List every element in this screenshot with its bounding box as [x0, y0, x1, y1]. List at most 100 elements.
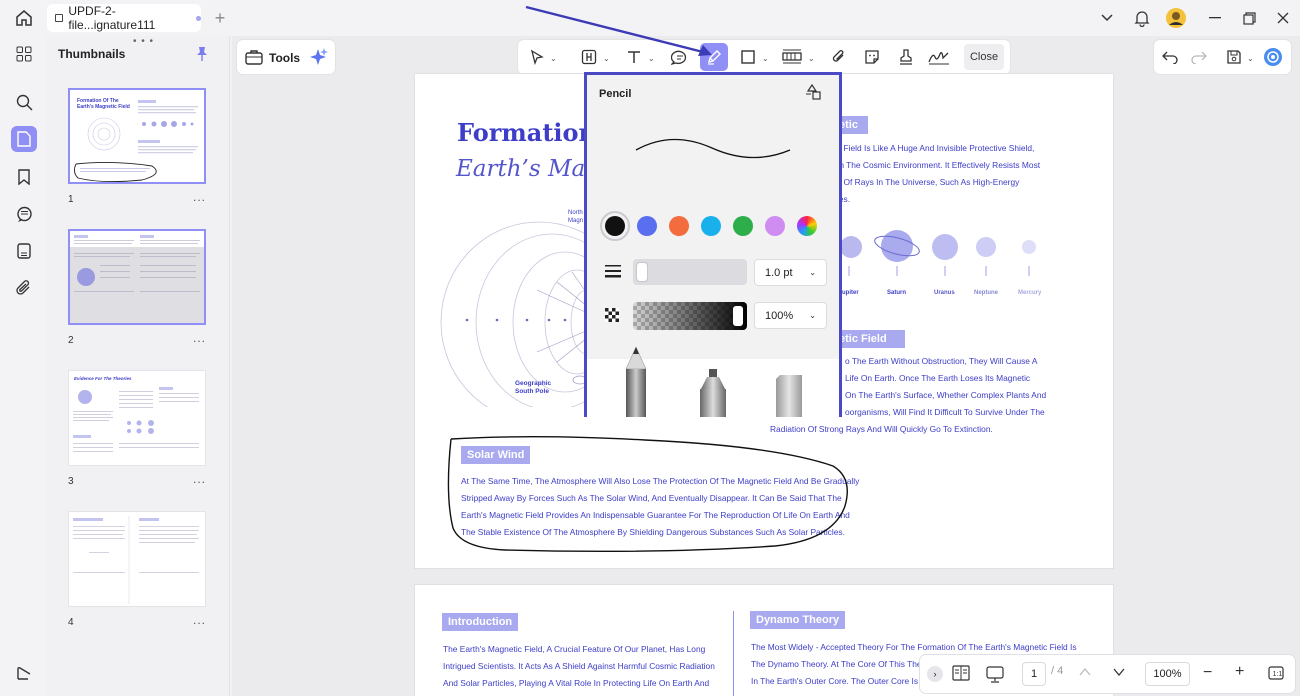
zoom-input[interactable]: 100% — [1145, 662, 1190, 686]
opacity-dropdown[interactable]: 100% ⌄ — [754, 302, 827, 329]
color-swatch-blue[interactable] — [637, 216, 657, 236]
page-title-line-2: Earth’s Mag — [456, 156, 600, 182]
fit-page-icon[interactable]: 1:1 — [1268, 666, 1284, 685]
north-pole-label: North Magn — [568, 210, 584, 224]
stamp-icon[interactable] — [895, 46, 917, 68]
chevron-down-icon[interactable]: ⌄ — [1247, 54, 1254, 63]
ai-sparkle-icon[interactable] — [308, 46, 330, 68]
restore-icon[interactable] — [1237, 6, 1261, 30]
next-page-icon[interactable] — [1112, 665, 1126, 684]
opacity-slider-handle[interactable] — [733, 306, 743, 326]
unsaved-dot — [196, 15, 201, 21]
tools-label[interactable]: Tools — [269, 51, 300, 65]
thickness-icon — [605, 264, 621, 283]
minimize-icon[interactable] — [1203, 6, 1227, 30]
bell-icon[interactable] — [1130, 6, 1154, 30]
color-swatch-orange[interactable] — [669, 216, 689, 236]
save-icon[interactable] — [1223, 46, 1245, 68]
page-number-input[interactable]: 1 — [1022, 662, 1046, 686]
close-annotation-button[interactable]: Close — [964, 44, 1004, 70]
prev-page-icon[interactable] — [1078, 665, 1092, 684]
home-icon[interactable] — [12, 6, 36, 30]
column-divider — [733, 611, 734, 696]
thumb-2-more-button[interactable]: ... — [193, 331, 206, 345]
form-icon[interactable] — [11, 238, 37, 264]
color-swatch-green[interactable] — [733, 216, 753, 236]
thumb-2-number: 2 — [68, 335, 74, 346]
thumb-4-more-button[interactable]: ... — [193, 613, 206, 627]
thumb-1-more-button[interactable]: ... — [193, 190, 206, 204]
search-icon[interactable] — [11, 89, 37, 115]
paperclip-icon[interactable] — [828, 46, 850, 68]
thumb-3-more-button[interactable]: ... — [193, 472, 206, 486]
pin-icon[interactable] — [196, 46, 208, 67]
updf-ai-icon[interactable] — [1262, 46, 1284, 68]
page-thumbnail-4[interactable] — [68, 511, 206, 607]
pencil-circle-annotation[interactable] — [445, 436, 855, 554]
magnetic-paragraph: c Field Is Like A Huge And Invisible Pro… — [837, 143, 1041, 204]
comment-icon[interactable] — [11, 201, 37, 227]
pencil-settings-icon[interactable] — [805, 83, 823, 106]
thumbnails-title: Thumbnails — [58, 47, 126, 61]
pencil-type-icon[interactable] — [622, 345, 650, 417]
thumb-3-title: Evidence For The Theories — [74, 376, 132, 381]
planet-label-mercury: Mercury — [1018, 290, 1042, 296]
redo-icon[interactable] — [1188, 46, 1210, 68]
planets-graphic — [840, 230, 1036, 276]
page-thumbnail-3[interactable]: Evidence For The Theories — [68, 370, 206, 466]
dynamo-theory-badge: Dynamo Theory — [750, 611, 846, 629]
tools-group: Tools — [237, 40, 335, 74]
signature-icon[interactable] — [928, 46, 950, 68]
eraser-type-icon[interactable] — [772, 373, 806, 417]
thickness-dropdown[interactable]: 1.0 pt ⌄ — [754, 259, 827, 286]
toolbox-icon[interactable] — [243, 46, 265, 68]
thumb-4-number: 4 — [68, 617, 74, 628]
page-thumbnail-2[interactable] — [68, 229, 206, 325]
tab-title: UPDF-2-file...ignature111 — [68, 4, 156, 32]
thumb-3-content — [73, 387, 199, 452]
opacity-icon — [605, 308, 619, 327]
apps-grid-icon[interactable] — [11, 41, 37, 67]
thumb-1-signature-circle — [73, 161, 157, 183]
thickness-slider-handle[interactable] — [636, 262, 648, 282]
drag-handle[interactable]: • • • — [133, 36, 154, 47]
color-swatch-custom[interactable] — [797, 216, 817, 236]
attachment-icon[interactable] — [11, 275, 37, 301]
new-tab-button[interactable]: + — [208, 6, 232, 30]
zoom-in-icon[interactable]: + — [1235, 663, 1244, 681]
color-swatch-cyan[interactable] — [701, 216, 721, 236]
color-swatch-purple[interactable] — [765, 216, 785, 236]
thumbnails-panel: • • • Thumbnails Formation Of The Earth's… — [46, 36, 230, 696]
introduction-paragraph: The Earth's Magnetic Field, A Crucial Fe… — [443, 644, 715, 688]
thickness-value: 1.0 pt — [765, 266, 793, 279]
planet-label-uranus: Uranus — [934, 290, 955, 296]
collapse-bar-icon[interactable]: › — [927, 666, 943, 682]
page-thumbnail-1[interactable]: Formation Of The Earth's Magnetic Field — [68, 88, 206, 184]
updf-logo-icon[interactable] — [11, 660, 37, 686]
avatar[interactable] — [1164, 6, 1188, 30]
pen-type-selector — [587, 346, 839, 417]
zoom-value: 100% — [1153, 668, 1182, 680]
undo-icon[interactable] — [1159, 46, 1181, 68]
bookmark-icon[interactable] — [11, 164, 37, 190]
pages-icon[interactable] — [11, 126, 37, 152]
stamp-bar-icon[interactable] — [781, 46, 803, 68]
planet-label-saturn: Saturn — [887, 290, 907, 296]
chevron-down-icon[interactable] — [1095, 6, 1119, 30]
opacity-slider[interactable] — [633, 302, 747, 330]
color-swatch-black[interactable] — [605, 216, 625, 236]
thumb-3-number: 3 — [68, 476, 74, 487]
presentation-icon[interactable] — [986, 665, 1004, 688]
svg-text:1:1: 1:1 — [1273, 671, 1283, 678]
page-layout-icon[interactable] — [952, 665, 970, 686]
zoom-out-icon[interactable]: − — [1203, 664, 1212, 682]
close-window-icon[interactable] — [1271, 6, 1295, 30]
south-pole-label: Geographic South Pole — [515, 380, 552, 395]
marker-type-icon[interactable] — [697, 367, 729, 417]
sticker-icon[interactable] — [861, 46, 883, 68]
chevron-down-icon[interactable]: ⌄ — [808, 54, 815, 63]
thickness-slider[interactable] — [633, 259, 747, 285]
chevron-down-icon[interactable]: ⌄ — [762, 54, 769, 63]
document-tab[interactable]: UPDF-2-file...ignature111 — [47, 4, 201, 32]
thumb-1-number: 1 — [68, 194, 74, 205]
